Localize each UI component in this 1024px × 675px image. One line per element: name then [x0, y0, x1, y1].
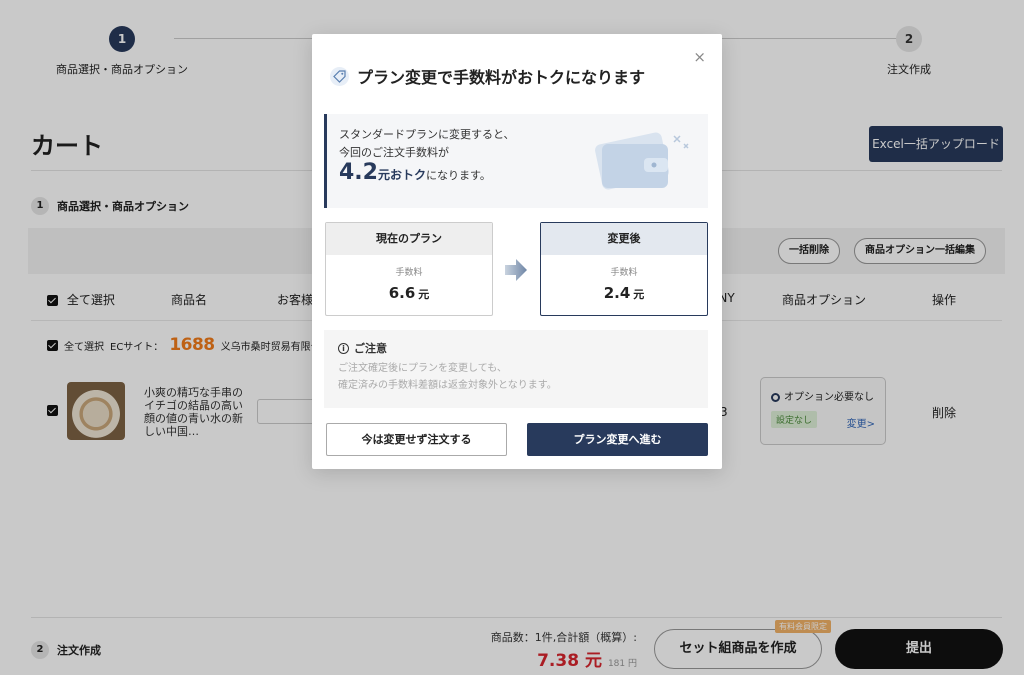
- arrow-right-icon: [505, 259, 527, 281]
- current-fee-unit: 元: [418, 288, 430, 301]
- new-fee-value: 2.4 元: [541, 284, 707, 302]
- current-fee-value: 6.6 元: [326, 284, 492, 302]
- price-tag-icon: [330, 66, 349, 86]
- new-plan-card: 変更後 手数料 2.4 元: [540, 222, 708, 316]
- current-plan-card: 現在のプラン 手数料 6.6 元: [325, 222, 493, 316]
- current-fee-amount: 6.6: [388, 284, 416, 302]
- savings-unit: 元おトク: [377, 168, 426, 182]
- plan-change-modal: プラン変更で手数料がおトクになります × スタンダードプランに変更すると、 今回…: [312, 34, 722, 469]
- current-plan-title: 現在のプラン: [326, 223, 492, 255]
- current-fee-label: 手数料: [395, 268, 423, 278]
- new-fee-unit: 元: [633, 288, 645, 301]
- savings-suffix: になります。: [426, 169, 491, 182]
- change-plan-button[interactable]: プラン変更へ進む: [527, 423, 708, 456]
- keep-plan-button[interactable]: 今は変更せず注文する: [326, 423, 507, 456]
- notice-title: ご注意: [354, 342, 387, 355]
- close-icon[interactable]: ×: [693, 50, 706, 65]
- new-plan-title: 変更後: [541, 223, 707, 255]
- modal-title-row: プラン変更で手数料がおトクになります: [330, 64, 645, 88]
- new-fee-label: 手数料: [610, 268, 638, 278]
- notice-title-row: i ご注意: [338, 340, 694, 357]
- info-icon: i: [338, 343, 349, 354]
- modal-title: プラン変更で手数料がおトクになります: [357, 68, 646, 87]
- notice-line-2: 確定済みの手数料差額は返金対象外となります。: [338, 380, 557, 391]
- notice-line-1: ご注文確定後にプランを変更しても、: [338, 363, 507, 374]
- notice-box: i ご注意 ご注文確定後にプランを変更しても、 確定済みの手数料差額は返金対象外…: [324, 330, 708, 408]
- savings-amount: 4.2: [339, 160, 378, 185]
- new-fee-amount: 2.4: [603, 284, 631, 302]
- savings-banner: スタンダードプランに変更すると、 今回のご注文手数料が 4.2元おトクになります…: [324, 114, 708, 208]
- wallet-icon: [595, 132, 689, 190]
